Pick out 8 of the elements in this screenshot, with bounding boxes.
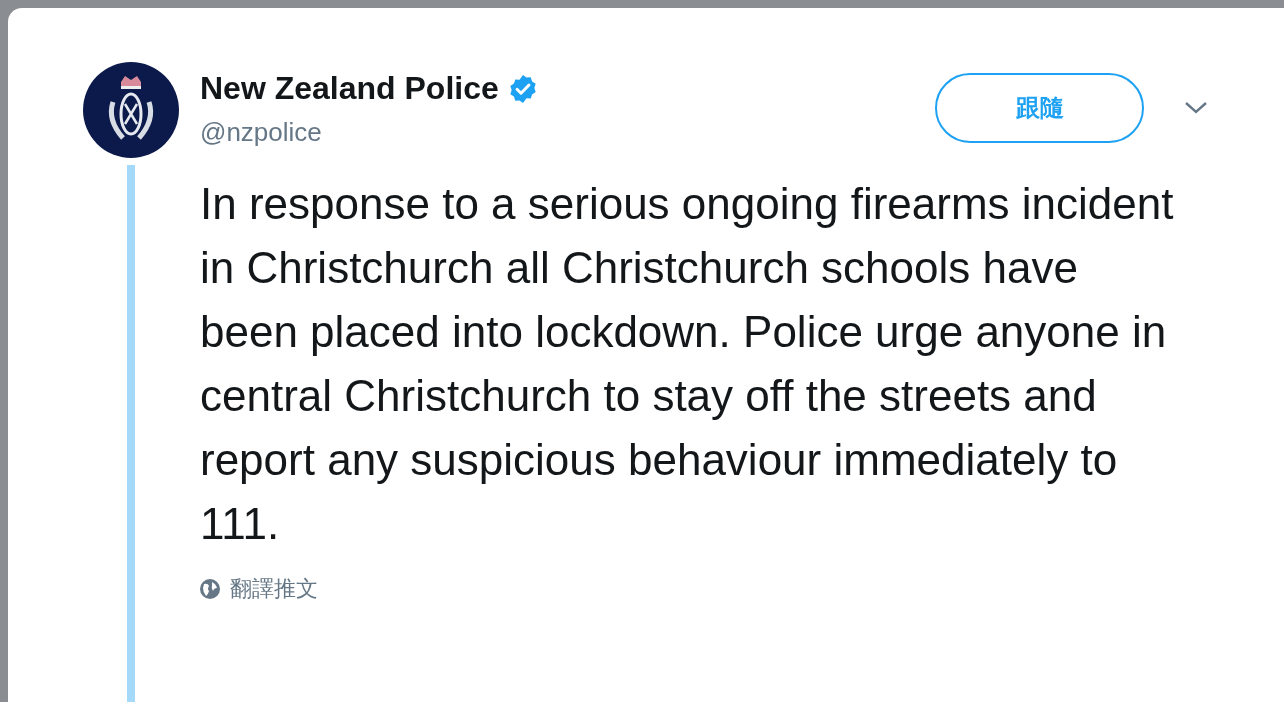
author-handle[interactable]: @nzpolice xyxy=(200,117,539,148)
chevron-down-icon[interactable] xyxy=(1184,101,1208,115)
follow-button[interactable]: 跟隨 xyxy=(935,73,1144,143)
translate-link[interactable]: 翻譯推文 xyxy=(230,574,318,604)
police-badge-avatar[interactable] xyxy=(83,62,179,158)
tweet-text: In response to a serious ongoing firearms incident in Christchurch all Christchurch schools have been placed into lockdown. Police urge anyone in central Christchurch to stay off the streets and report any suspicious behaviour immediately to 111. xyxy=(200,178,1175,550)
globe-icon xyxy=(200,579,220,599)
author-name[interactable]: New Zealand Police xyxy=(200,70,499,107)
